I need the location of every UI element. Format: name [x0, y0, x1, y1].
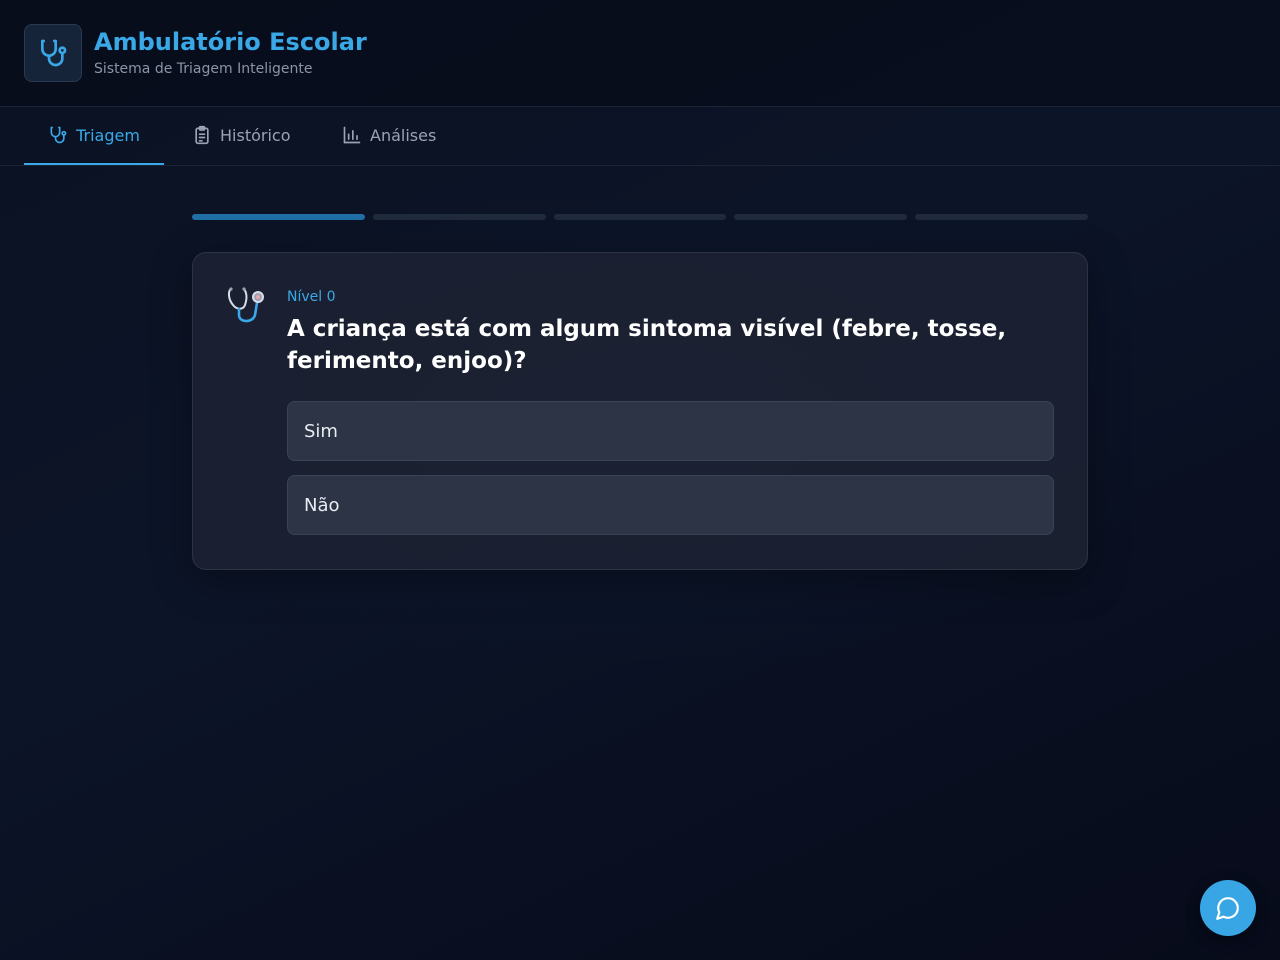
stethoscope-emoji-icon: [227, 287, 264, 323]
app-subtitle: Sistema de Triagem Inteligente: [94, 61, 313, 77]
question-card: Nível 0 A criança está com algum sintoma…: [192, 252, 1088, 570]
chat-bubble-icon: [1216, 897, 1239, 920]
chat-button[interactable]: [1200, 880, 1256, 936]
bar-chart-icon: [343, 126, 361, 144]
app-title: Ambulatório Escolar: [94, 28, 367, 56]
tab-label: Triagem: [76, 125, 140, 145]
clipboard-icon: [195, 125, 209, 145]
question-text: A criança está com algum sintoma visível…: [287, 316, 1007, 374]
stethoscope-icon: [50, 126, 67, 144]
triage-progress-bar: [192, 214, 1088, 220]
question-level: Nível 0: [287, 289, 336, 305]
tab-analises[interactable]: Análises: [342, 107, 436, 163]
tab-label: Histórico: [220, 125, 291, 145]
progress-segment: [192, 214, 365, 220]
tab-historico[interactable]: Histórico: [192, 107, 290, 163]
progress-segment: [553, 214, 727, 220]
progress-segment: [734, 214, 908, 220]
answer-sim-button[interactable]: Sim: [287, 401, 1054, 461]
main-tabs: Triagem Histórico Análises: [0, 107, 1280, 166]
progress-segment: [372, 214, 546, 220]
app-header: Ambulatório Escolar Sistema de Triagem I…: [0, 0, 1280, 107]
tab-label: Análises: [370, 125, 437, 145]
progress-segment: [915, 214, 1088, 220]
tab-triagem[interactable]: Triagem: [24, 107, 164, 165]
stethoscope-icon: [41, 39, 67, 67]
answer-nao-button[interactable]: Não: [287, 475, 1054, 535]
app-logo: [24, 24, 82, 82]
